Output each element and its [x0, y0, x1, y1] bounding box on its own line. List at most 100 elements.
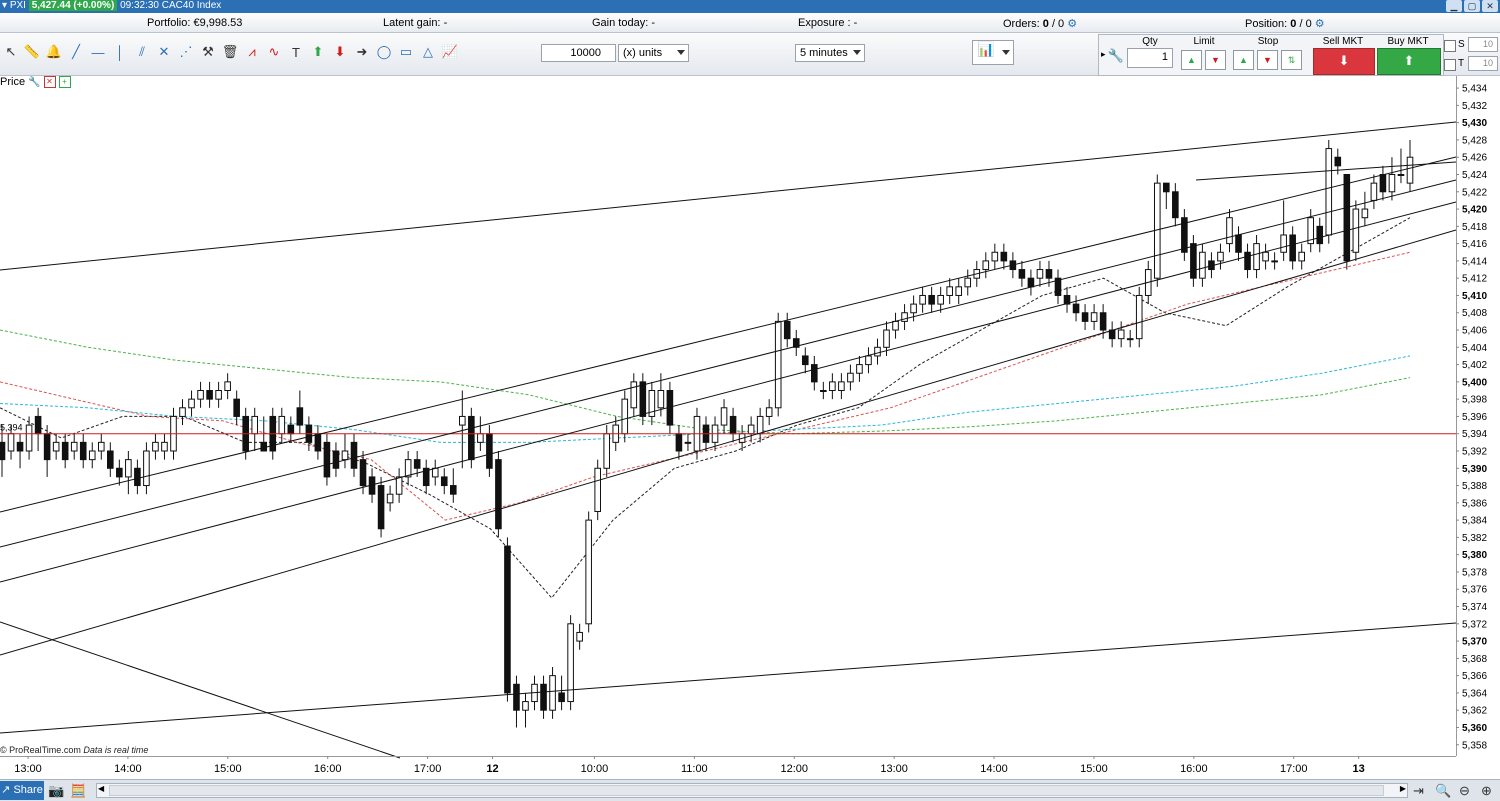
orders-link-icon[interactable]: ⚙ [1067, 18, 1077, 30]
candle-body [395, 476, 403, 495]
alert-bell-icon[interactable]: 🔔 [45, 43, 63, 61]
zoom-in-icon[interactable]: ⊕ [1478, 782, 1495, 799]
close-icon[interactable]: ✕ [1482, 0, 1498, 12]
sell-market-icon: ⬇ [1338, 53, 1350, 68]
zigzag-icon[interactable]: ⩘ [243, 43, 261, 61]
scroll-left-icon[interactable]: ◀ [98, 784, 104, 793]
zoom-reset-icon[interactable]: ⊖ [1456, 782, 1473, 799]
price-axis: 5,434 5,432 5,430 5,428 5,426 5,424 5,422 5,420… [1456, 76, 1487, 756]
trendline-icon[interactable]: ╱ [67, 43, 85, 61]
buy-market-button[interactable]: ⬆ [1377, 48, 1441, 75]
tools-icon[interactable]: ⚒ [199, 43, 217, 61]
time-scrollbar[interactable]: ◀ ▶ [96, 783, 1408, 798]
chart-style-icon: 📊 [977, 41, 995, 57]
y-tick-label: 5,408 [1462, 308, 1487, 319]
right-arrow-icon[interactable]: ➜ [353, 43, 371, 61]
order-panel: ▸ 🔧 Qty 1 Limit ▲ ▼ Stop ▲ ▼ ⇅ Sell MKT … [1098, 34, 1444, 76]
target-checkbox[interactable] [1444, 59, 1456, 71]
t-distance-input[interactable]: 10 [1468, 56, 1498, 71]
candle-body [928, 294, 935, 305]
ellipse-icon[interactable]: ◯ [375, 43, 393, 61]
auto-stop-panel: S 10 T 10 [1444, 37, 1500, 73]
position-stat[interactable]: Position: 0 / 0 ⚙ [1245, 17, 1325, 30]
candle-body [1217, 251, 1224, 262]
time-axis: 13:00 14:00 15:00 16:00 17:00 12 10:00 11:00 12:… [0, 756, 1456, 775]
y-tick-label: 5,414 [1462, 256, 1487, 267]
chevron-down-icon [677, 50, 685, 55]
rectangle-icon[interactable]: ▭ [397, 43, 415, 61]
horizontal-line-icon[interactable]: — [89, 43, 107, 61]
limit-label: Limit [1193, 36, 1215, 47]
triangle-icon[interactable]: △ [419, 43, 437, 61]
candle-body [314, 433, 322, 452]
up-arrow-icon[interactable]: ⬆ [309, 43, 327, 61]
stop-checkbox[interactable] [1444, 40, 1456, 52]
scroll-right-icon[interactable]: ▶ [1400, 784, 1406, 793]
fibonacci-icon[interactable]: ⋰ [177, 43, 195, 61]
x-tick-label: 17:00 [1280, 763, 1308, 775]
wave-icon[interactable]: ∿ [265, 43, 283, 61]
panel-collapse-icon[interactable]: ▸ [1101, 49, 1106, 60]
position-value: 0 [1290, 18, 1297, 30]
sell-stop-button[interactable]: ▼ [1257, 50, 1278, 70]
buy-stop-button[interactable]: ▲ [1233, 50, 1254, 70]
parallel-lines-icon[interactable]: ✕ [155, 43, 173, 61]
candle-body [440, 476, 448, 487]
close-panel-icon[interactable]: ✕ [43, 76, 56, 88]
candle-body [88, 450, 96, 461]
trailing-stop-button[interactable]: ⇅ [1281, 50, 1302, 70]
ruler-icon[interactable]: 📏 [23, 43, 41, 61]
candle-body [459, 415, 466, 426]
trend-line [0, 229, 1457, 656]
candle-body [449, 485, 457, 495]
wrench-icon[interactable]: 🔧 [28, 77, 40, 88]
quantity-input[interactable]: 10000 [541, 44, 616, 62]
wrench-icon[interactable]: 🔧 [1107, 48, 1125, 68]
units-select[interactable]: (x) units [618, 44, 689, 62]
y-tick-label: 5,364 [1462, 688, 1487, 699]
candle-body [107, 450, 114, 469]
candle-body [1045, 269, 1053, 279]
y-tick-label: 5,434 [1462, 84, 1487, 95]
candle-body [233, 398, 240, 417]
candle-body [811, 364, 818, 383]
calculator-icon[interactable]: 🧮 [70, 782, 87, 799]
scroll-end-icon[interactable]: ⇥ [1410, 782, 1427, 799]
orders-stat[interactable]: Orders: 0 / 0 ⚙ [1003, 17, 1077, 30]
down-arrow-icon[interactable]: ⬇ [331, 43, 349, 61]
price-chart[interactable]: 5,394 5,434 5,432 5,430 5,428 5,426 5,424 5,42… [0, 76, 1500, 780]
candle-body [513, 683, 520, 711]
interval-select[interactable]: 5 minutes [795, 44, 865, 62]
y-tick-label: 5,362 [1462, 706, 1487, 717]
text-tool-icon[interactable]: T [287, 43, 305, 61]
s-distance-input[interactable]: 10 [1468, 37, 1498, 52]
pointer-icon[interactable]: ↖ [2, 43, 20, 61]
chart-style-button[interactable]: 📊 [972, 40, 1014, 65]
position-link-icon[interactable]: ⚙ [1315, 18, 1325, 30]
trash-icon[interactable]: 🗑 [221, 43, 239, 61]
candle-body [206, 390, 213, 400]
indicator-icon[interactable]: 📈 [441, 43, 459, 61]
channel-icon[interactable]: ⫽ [133, 43, 151, 61]
candle-body [287, 424, 295, 435]
screenshot-icon[interactable]: 📷 [48, 782, 65, 799]
add-indicator-icon[interactable]: + [58, 76, 71, 88]
y-tick-label: 5,374 [1462, 602, 1487, 613]
buy-limit-button[interactable]: ▲ [1181, 50, 1202, 70]
share-button[interactable]: ↗ Share [0, 781, 44, 800]
vertical-line-icon[interactable]: │ [111, 43, 129, 61]
sell-limit-button[interactable]: ▼ [1205, 50, 1226, 70]
maximize-icon[interactable]: ▢ [1464, 0, 1480, 12]
candle-body [964, 277, 972, 288]
orders-value: 0 [1042, 18, 1049, 30]
position-label: Position: [1245, 18, 1288, 30]
minimize-icon[interactable]: ▁ [1446, 0, 1462, 12]
last-price-badge: 5,427.44 (+0.00%) [28, 0, 118, 11]
app-menu-icon[interactable]: ▾ [2, 0, 7, 11]
qty-input[interactable]: 1 [1127, 48, 1173, 68]
scrollbar-thumb[interactable] [109, 785, 1384, 796]
sell-market-button[interactable]: ⬇ [1313, 48, 1375, 75]
zoom-out-icon[interactable]: 🔍 [1435, 782, 1452, 799]
candle-body [1379, 174, 1387, 193]
candle-body [97, 441, 105, 452]
